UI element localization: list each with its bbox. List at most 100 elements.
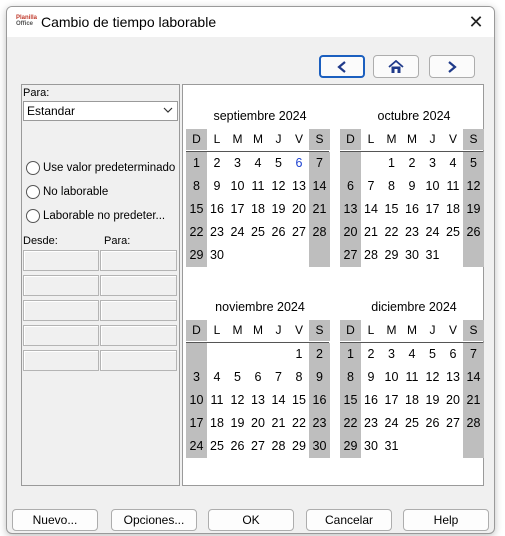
calendar-day[interactable]: 5: [463, 152, 484, 175]
calendar-day[interactable]: 4: [402, 343, 423, 366]
calendar-day[interactable]: 23: [402, 221, 423, 244]
calendar-day[interactable]: 6: [443, 343, 464, 366]
options-button[interactable]: Opciones...: [111, 509, 197, 531]
calendar-day[interactable]: 28: [309, 221, 330, 244]
para-time-cell[interactable]: [100, 300, 177, 321]
close-button[interactable]: ✕: [464, 11, 488, 33]
help-button[interactable]: Help: [403, 509, 489, 531]
calendar-day[interactable]: 9: [309, 366, 330, 389]
calendar-day[interactable]: 17: [422, 198, 443, 221]
calendar-day[interactable]: 10: [186, 389, 207, 412]
calendar-day[interactable]: 17: [186, 412, 207, 435]
calendar-day[interactable]: 24: [381, 412, 402, 435]
calendar-day[interactable]: 15: [289, 389, 310, 412]
calendar-day[interactable]: 11: [402, 366, 423, 389]
calendar-day[interactable]: 18: [207, 412, 228, 435]
calendar-day[interactable]: 26: [268, 221, 289, 244]
calendar-day[interactable]: 9: [402, 175, 423, 198]
calendar-day[interactable]: 12: [463, 175, 484, 198]
calendar-day[interactable]: 2: [402, 152, 423, 175]
para-time-cell[interactable]: [100, 350, 177, 371]
calendar-day[interactable]: 25: [207, 435, 228, 458]
calendar-day[interactable]: 21: [268, 412, 289, 435]
calendar-day[interactable]: 31: [422, 244, 443, 267]
calendar-day[interactable]: 25: [248, 221, 269, 244]
calendar-day[interactable]: 6: [340, 175, 361, 198]
calendar-day[interactable]: 27: [340, 244, 361, 267]
calendar-day[interactable]: 2: [207, 152, 228, 175]
calendar-day[interactable]: 13: [443, 366, 464, 389]
calendar-day[interactable]: 1: [340, 343, 361, 366]
today-button[interactable]: [373, 55, 419, 78]
desde-time-cell[interactable]: [23, 275, 99, 296]
calendar-day[interactable]: 31: [381, 435, 402, 458]
calendar-day[interactable]: 10: [381, 366, 402, 389]
calendar-day[interactable]: 2: [309, 343, 330, 366]
calendar-day[interactable]: 22: [340, 412, 361, 435]
calendar-day[interactable]: 27: [443, 412, 464, 435]
calendar-day[interactable]: 30: [402, 244, 423, 267]
calendar-day[interactable]: 14: [463, 366, 484, 389]
calendar-day[interactable]: 4: [248, 152, 269, 175]
calendar-day[interactable]: 22: [289, 412, 310, 435]
calendar-day[interactable]: 15: [381, 198, 402, 221]
calendar-day[interactable]: 23: [207, 221, 228, 244]
calendar-day[interactable]: 2: [361, 343, 382, 366]
calendar-day[interactable]: 20: [248, 412, 269, 435]
calendar-day[interactable]: 27: [289, 221, 310, 244]
para-time-cell[interactable]: [100, 325, 177, 346]
new-button[interactable]: Nuevo...: [12, 509, 98, 531]
calendar-day[interactable]: 9: [207, 175, 228, 198]
desde-time-cell[interactable]: [23, 325, 99, 346]
calendar-day[interactable]: 14: [268, 389, 289, 412]
calendar-day[interactable]: 26: [227, 435, 248, 458]
calendar-day[interactable]: 4: [207, 366, 228, 389]
calendar-day[interactable]: 26: [463, 221, 484, 244]
calendar-day[interactable]: 5: [268, 152, 289, 175]
calendar-day[interactable]: 7: [463, 343, 484, 366]
calendar-day[interactable]: 25: [402, 412, 423, 435]
calendar-day[interactable]: 12: [227, 389, 248, 412]
calendar-day[interactable]: 18: [248, 198, 269, 221]
calendar-day[interactable]: 16: [309, 389, 330, 412]
calendar-day[interactable]: 29: [186, 244, 207, 267]
calendar-day[interactable]: 23: [309, 412, 330, 435]
calendar-day[interactable]: 30: [361, 435, 382, 458]
para-time-cell[interactable]: [100, 275, 177, 296]
calendar-day[interactable]: 12: [268, 175, 289, 198]
calendar-day[interactable]: 24: [422, 221, 443, 244]
calendar-day[interactable]: 13: [340, 198, 361, 221]
calendar-day[interactable]: 20: [340, 221, 361, 244]
calendar-day[interactable]: 7: [361, 175, 382, 198]
calendar-day[interactable]: 8: [381, 175, 402, 198]
calendar-day[interactable]: 18: [402, 389, 423, 412]
calendar-day[interactable]: 19: [422, 389, 443, 412]
ok-button[interactable]: OK: [208, 509, 294, 531]
calendar-day[interactable]: 20: [289, 198, 310, 221]
calendar-day[interactable]: 3: [186, 366, 207, 389]
calendar-day[interactable]: 7: [268, 366, 289, 389]
calendar-day[interactable]: 17: [381, 389, 402, 412]
calendar-day[interactable]: 6: [289, 152, 310, 175]
calendar-day[interactable]: 25: [443, 221, 464, 244]
desde-time-cell[interactable]: [23, 250, 99, 271]
calendar-day[interactable]: 30: [309, 435, 330, 458]
calendar-day[interactable]: 23: [361, 412, 382, 435]
calendar-day[interactable]: 16: [207, 198, 228, 221]
calendar-day[interactable]: 11: [248, 175, 269, 198]
calendar-day[interactable]: 28: [268, 435, 289, 458]
calendar-day[interactable]: 10: [422, 175, 443, 198]
calendar-day[interactable]: 21: [361, 221, 382, 244]
calendar-day[interactable]: 13: [289, 175, 310, 198]
calendar-day[interactable]: 16: [402, 198, 423, 221]
calendar-day[interactable]: 4: [443, 152, 464, 175]
calendar-day[interactable]: 21: [309, 198, 330, 221]
calendar-day[interactable]: 11: [207, 389, 228, 412]
calendar-day[interactable]: 21: [463, 389, 484, 412]
calendar-day[interactable]: 14: [361, 198, 382, 221]
calendar-day[interactable]: 15: [186, 198, 207, 221]
calendar-day[interactable]: 9: [361, 366, 382, 389]
para-time-cell[interactable]: [100, 250, 177, 271]
calendar-day[interactable]: 15: [340, 389, 361, 412]
calendar-day[interactable]: 24: [186, 435, 207, 458]
